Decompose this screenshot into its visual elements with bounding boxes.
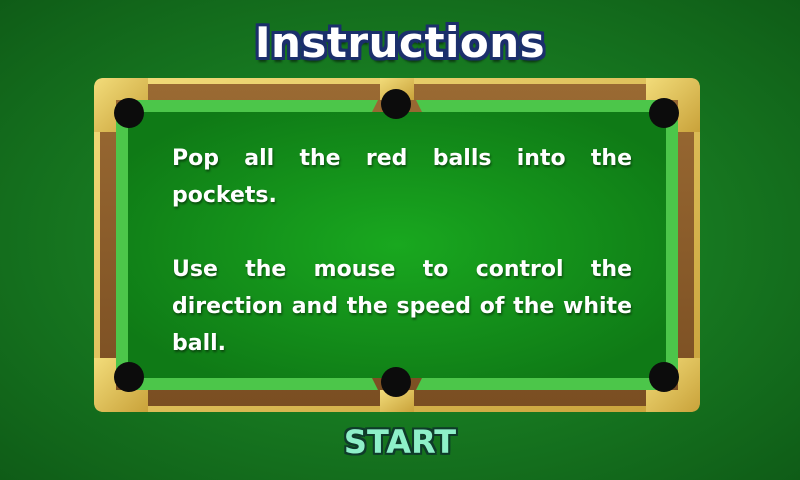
instruction-paragraph: Pop all the red balls into the pockets. [172, 146, 632, 208]
cushion-left [116, 120, 128, 370]
cushion-top-left [136, 100, 378, 112]
instructions-text: Pop all the red balls into the pockets. … [172, 140, 632, 362]
instruction-paragraph: Use the mouse to control the direction a… [172, 257, 632, 356]
cushion-top-right [416, 100, 658, 112]
screen-title: Instructions [254, 18, 546, 67]
pocket-bottom-middle [381, 367, 411, 397]
start-button[interactable]: START [300, 420, 500, 464]
pocket-top-middle [381, 89, 411, 119]
cushion-bottom-right [416, 378, 658, 390]
pocket-top-right [649, 98, 679, 128]
cushion-bottom-left [136, 378, 378, 390]
pocket-bottom-left [114, 362, 144, 392]
pocket-bottom-right [649, 362, 679, 392]
pocket-top-left [114, 98, 144, 128]
cushion-right [666, 120, 678, 370]
